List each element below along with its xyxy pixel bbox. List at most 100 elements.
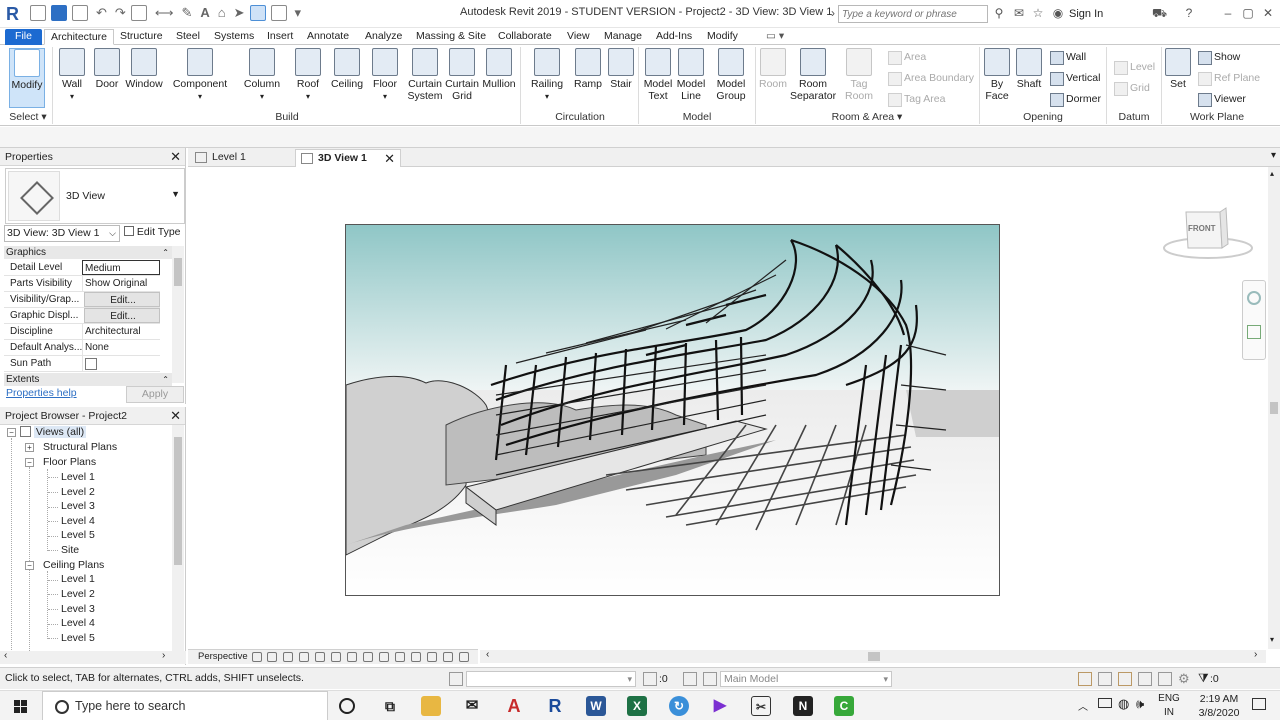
expand-toggle-icon[interactable]: + — [25, 443, 34, 452]
measure-icon[interactable]: ⟷ — [155, 5, 174, 23]
viewer-button[interactable]: Viewer — [1196, 91, 1246, 107]
default-analysis-field[interactable]: None — [82, 340, 160, 355]
collapse-toggle-icon[interactable]: − — [7, 428, 16, 437]
snipping-tool-icon[interactable]: ✂ — [751, 696, 771, 716]
ref-plane-button[interactable]: Ref Plane — [1196, 70, 1260, 86]
room-area-panel-dropdown[interactable]: Room & Area ▾ — [757, 111, 977, 123]
taskbar-search-input[interactable]: Type here to search — [42, 691, 328, 720]
scroll-left-icon[interactable]: ‹ — [486, 649, 489, 660]
unlock-3d-view-icon[interactable] — [363, 652, 373, 662]
favorites-star-icon[interactable]: ☆ — [1031, 6, 1045, 20]
3d-perspective-viewport[interactable] — [345, 224, 1000, 596]
close-icon[interactable]: ✕ — [170, 407, 181, 425]
tree-node-ceiling-level-5[interactable]: Level 5 — [61, 631, 95, 645]
tree-node-floor-level-5[interactable]: Level 5 — [61, 528, 95, 542]
tree-node-floor-level-3[interactable]: Level 3 — [61, 499, 95, 513]
tab-steel[interactable]: Steel — [170, 29, 206, 45]
modify-button[interactable]: Modify — [9, 48, 45, 108]
tab-add-ins[interactable]: Add-Ins — [650, 29, 698, 45]
editable-only-icon[interactable] — [643, 672, 657, 686]
projection-label[interactable]: Perspective — [198, 651, 248, 662]
close-icon[interactable]: ✕ — [384, 150, 395, 167]
revit-icon[interactable]: R — [545, 696, 565, 716]
area-boundary-button[interactable]: Area Boundary — [886, 70, 974, 86]
show-crop-region-icon[interactable] — [347, 652, 357, 662]
tree-node-floor-level-4[interactable]: Level 4 — [61, 514, 95, 528]
mail-icon[interactable]: ✉ — [462, 696, 482, 716]
sun-path-icon[interactable] — [283, 652, 293, 662]
crop-view-icon[interactable] — [331, 652, 341, 662]
floor-button[interactable]: Floor ▾ — [370, 48, 400, 108]
scrollbar-thumb[interactable] — [1270, 402, 1278, 414]
scroll-right-icon[interactable]: › — [162, 650, 165, 661]
room-separator-button[interactable]: Room Separator — [790, 48, 836, 108]
detail-level-field[interactable]: Medium — [82, 260, 160, 275]
tab-insert[interactable]: Insert — [261, 29, 299, 45]
mullion-button[interactable]: Mullion — [481, 48, 517, 108]
default-3d-view-icon[interactable]: ⌂ — [218, 5, 226, 23]
worksets-icon[interactable] — [449, 672, 463, 686]
tab-systems[interactable]: Systems — [208, 29, 260, 45]
notion-icon[interactable]: N — [793, 696, 813, 716]
save-icon[interactable] — [51, 5, 67, 21]
tab-collaborate[interactable]: Collaborate — [492, 29, 558, 45]
scroll-up-icon[interactable]: ▴ — [1270, 169, 1274, 178]
show-analytical-model-icon[interactable] — [427, 652, 437, 662]
render-icon[interactable] — [315, 652, 325, 662]
file-explorer-icon[interactable] — [421, 696, 441, 716]
tab-view[interactable]: View — [561, 29, 596, 45]
view-tab-level-1[interactable]: Level 1 — [190, 149, 294, 167]
cart-icon[interactable]: ⛟ — [1152, 6, 1167, 20]
by-face-button[interactable]: By Face — [983, 48, 1011, 108]
sync-icon[interactable] — [72, 5, 88, 21]
temporary-hide-icon[interactable] — [379, 652, 389, 662]
model-text-button[interactable]: Model Text — [642, 48, 674, 108]
tag-area-button[interactable]: Tag Area — [886, 91, 945, 107]
tab-manage[interactable]: Manage — [598, 29, 648, 45]
close-icon[interactable]: ✕ — [170, 148, 181, 166]
print-icon[interactable] — [130, 5, 147, 21]
collapse-toggle-icon[interactable]: − — [25, 458, 34, 467]
windows-start-button[interactable] — [0, 691, 40, 720]
scrollbar-thumb[interactable] — [868, 652, 880, 661]
view-tab-3d-view-1[interactable]: 3D View 1 ✕ — [295, 149, 401, 167]
tree-node-ceiling-level-4[interactable]: Level 4 — [61, 616, 95, 630]
temporary-view-properties-icon[interactable] — [411, 652, 421, 662]
media-app-icon[interactable]: ▶ — [710, 696, 730, 716]
ribbon-display-toggle-icon[interactable]: ▭ ▾ — [760, 29, 790, 45]
component-button[interactable]: Component ▾ — [172, 48, 228, 108]
window-button[interactable]: Window — [124, 48, 164, 108]
browser-scrollbar[interactable] — [172, 425, 184, 651]
close-icon[interactable]: ✕ — [1261, 6, 1275, 20]
select-links-icon[interactable] — [1078, 672, 1092, 686]
sun-path-checkbox[interactable] — [82, 356, 160, 371]
properties-scrollbar[interactable] — [172, 246, 184, 383]
design-option-dropdown[interactable]: Main Model ▾ — [720, 671, 892, 687]
notifications-icon[interactable] — [1252, 698, 1266, 710]
close-hidden-windows-icon[interactable] — [270, 5, 287, 21]
background-processes-icon[interactable]: ⚙ — [1178, 671, 1190, 687]
properties-help-link[interactable]: Properties help — [6, 387, 77, 399]
highlight-displacement-icon[interactable] — [443, 652, 453, 662]
task-view-icon[interactable]: ⧉ — [380, 696, 400, 716]
discipline-field[interactable]: Architectural — [82, 324, 160, 339]
zoom-icon[interactable] — [1247, 325, 1261, 339]
language-indicator[interactable]: ENG IN — [1156, 692, 1182, 720]
stair-button[interactable]: Stair — [606, 48, 636, 108]
tree-node-structural-plans[interactable]: Structural Plans — [43, 440, 117, 454]
scrollbar-thumb[interactable] — [174, 258, 182, 286]
curtain-system-button[interactable]: Curtain System — [406, 48, 444, 108]
chevron-down-icon[interactable]: ▼ — [171, 189, 180, 199]
tree-node-ceiling-level-1[interactable]: Level 1 — [61, 572, 95, 586]
drag-elements-icon[interactable] — [1158, 672, 1172, 686]
scroll-down-icon[interactable]: ▾ — [1270, 635, 1274, 644]
tree-node-floor-level-1[interactable]: Level 1 — [61, 470, 95, 484]
filter-icon[interactable]: ⧩ — [1198, 671, 1209, 686]
wall-opening-button[interactable]: Wall — [1048, 49, 1086, 65]
switch-windows-icon[interactable]: ▾ — [295, 5, 302, 23]
curtain-grid-button[interactable]: Curtain Grid — [444, 48, 480, 108]
browser-hscrollbar[interactable]: ‹ › — [0, 650, 186, 664]
tab-file[interactable]: File — [5, 29, 42, 45]
user-icon[interactable]: ◉ — [1051, 6, 1065, 20]
autocad-icon[interactable]: A — [504, 696, 524, 716]
